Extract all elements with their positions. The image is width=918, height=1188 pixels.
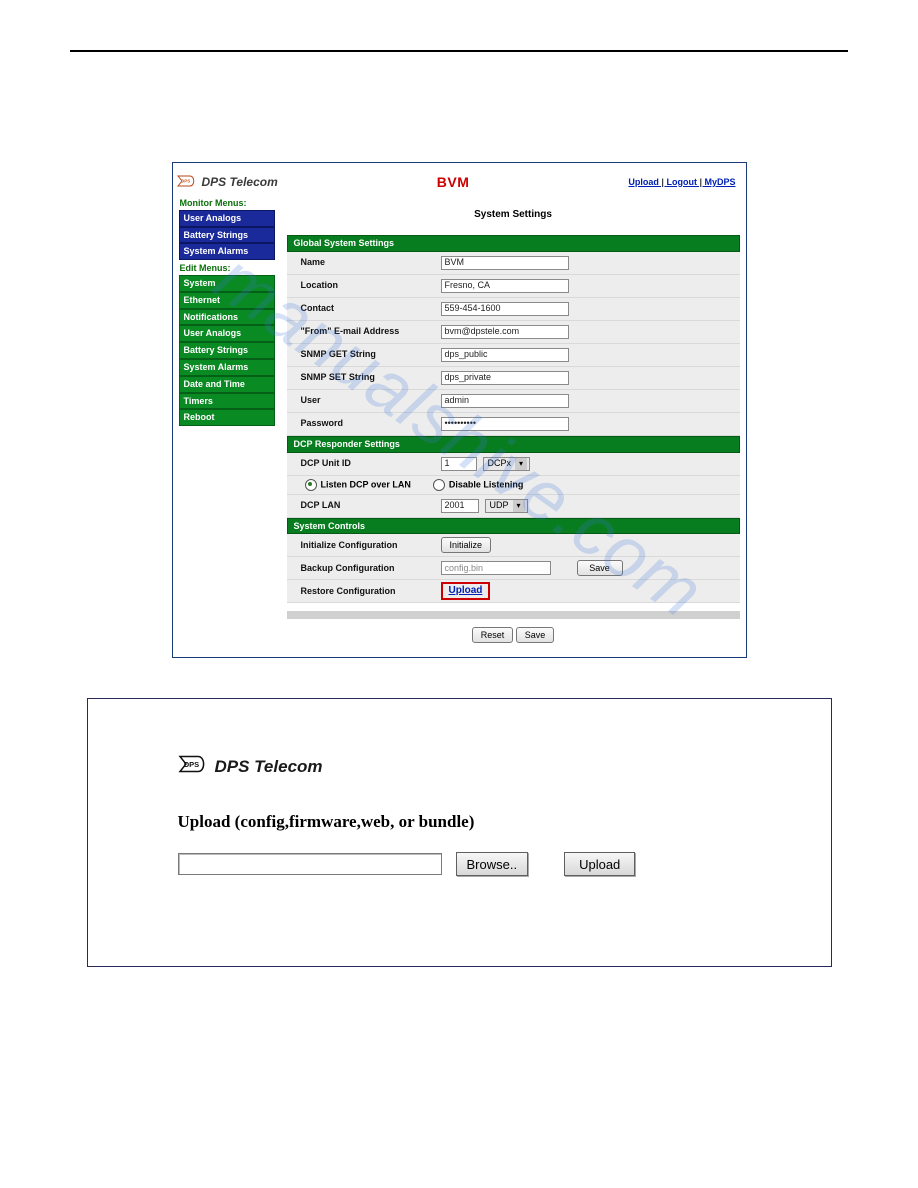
input-name[interactable]: BVM [441,256,569,270]
label-password: Password [287,418,441,429]
content-pane: System Settings Global System Settings N… [287,195,740,643]
label-location: Location [287,280,441,291]
page-title: System Settings [287,209,740,221]
input-snmp-set[interactable]: dps_private [441,371,569,385]
system-settings-screenshot: manualshive.com DPS DPS Telecom BVM Uplo… [172,162,747,658]
link-logout[interactable]: Logout [666,177,697,187]
sidebar-item-battery-strings-monitor[interactable]: Battery Strings [179,227,275,244]
upload-form-row: Browse.. Upload [178,852,741,876]
select-dcp-lan-proto[interactable]: UDP▾ [485,499,528,513]
sidebar-edit-heading: Edit Menus: [180,263,275,274]
upload-button[interactable]: Upload [564,852,635,876]
row-snmp-set: SNMP SET String dps_private [287,367,740,390]
row-dcp-unit-id: DCP Unit ID 1 DCPx▾ [287,453,740,476]
input-dcp-lan-port[interactable]: 2001 [441,499,479,513]
file-path-input[interactable] [178,853,442,875]
section-global-settings: Global System Settings [287,235,740,252]
input-location[interactable]: Fresno, CA [441,279,569,293]
sidebar-item-battery-strings-edit[interactable]: Battery Strings [179,342,275,359]
row-restore-config: Restore Configuration Upload [287,580,740,603]
bottom-button-bar: Reset Save [287,627,740,643]
label-dcp-lan: DCP LAN [287,500,441,511]
radio-disable-listening[interactable]: Disable Listening [433,479,524,491]
input-backup-filename[interactable]: config.bin [441,561,551,575]
input-contact[interactable]: 559-454-1600 [441,302,569,316]
label-snmp-get: SNMP GET String [287,349,441,360]
row-dcp-listen-mode: Listen DCP over LAN Disable Listening [287,476,740,495]
sidebar-item-ethernet[interactable]: Ethernet [179,292,275,309]
sidebar-item-notifications[interactable]: Notifications [179,309,275,326]
radio-icon [305,479,317,491]
sidebar-item-system-alarms-edit[interactable]: System Alarms [179,359,275,376]
sidebar-item-user-analogs-edit[interactable]: User Analogs [179,325,275,342]
label-contact: Contact [287,303,441,314]
section-system-controls: System Controls [287,518,740,535]
section-dcp-responder: DCP Responder Settings [287,436,740,453]
sidebar-monitor-heading: Monitor Menus: [180,198,275,209]
initialize-button[interactable]: Initialize [441,537,492,553]
chevron-down-icon: ▾ [513,500,525,512]
content-footer-bar [287,611,740,619]
backup-save-button[interactable]: Save [577,560,623,576]
input-dcp-unit-id[interactable]: 1 [441,457,477,471]
app-title: BVM [278,174,629,191]
brand-logo: DPS DPS Telecom [177,175,278,190]
row-initialize-config: Initialize Configuration Initialize [287,534,740,557]
input-snmp-get[interactable]: dps_public [441,348,569,362]
dps-gate-icon: DPS [177,175,199,190]
sidebar-item-system-alarms-monitor[interactable]: System Alarms [179,243,275,260]
brand-logo: DPS DPS Telecom [178,755,741,778]
row-contact: Contact 559-454-1600 [287,298,740,321]
radio-listen-dcp[interactable]: Listen DCP over LAN [305,479,411,491]
header-links: Upload | Logout | MyDPS [628,177,735,188]
svg-text:DPS: DPS [183,760,198,769]
upload-dialog-screenshot: DPS DPS Telecom Upload (config,firmware,… [87,698,832,967]
svg-text:DPS: DPS [181,178,190,183]
label-snmp-set: SNMP SET String [287,372,441,383]
select-dcp-protocol[interactable]: DCPx▾ [483,457,531,471]
input-user[interactable]: admin [441,394,569,408]
label-user: User [287,395,441,406]
label-dcp-unit-id: DCP Unit ID [287,458,441,469]
row-user: User admin [287,390,740,413]
label-backup-config: Backup Configuration [287,563,441,574]
link-mydps[interactable]: MyDPS [704,177,735,187]
sidebar-item-user-analogs-monitor[interactable]: User Analogs [179,210,275,227]
row-from-email: "From" E-mail Address bvm@dpstele.com [287,321,740,344]
sidebar-item-reboot[interactable]: Reboot [179,409,275,426]
sidebar-item-system[interactable]: System [179,275,275,292]
brand-name: DPS Telecom [202,175,278,189]
sidebar-item-timers[interactable]: Timers [179,393,275,410]
input-from-email[interactable]: bvm@dpstele.com [441,325,569,339]
radio-icon [433,479,445,491]
row-name: Name BVM [287,252,740,275]
restore-upload-link[interactable]: Upload [449,585,483,596]
sidebar: Monitor Menus: User Analogs Battery Stri… [179,195,275,643]
save-button[interactable]: Save [516,627,555,643]
label-initialize-config: Initialize Configuration [287,540,441,551]
reset-button[interactable]: Reset [472,627,514,643]
row-snmp-get: SNMP GET String dps_public [287,344,740,367]
label-name: Name [287,257,441,268]
dps-gate-icon: DPS [178,755,212,778]
chevron-down-icon: ▾ [515,458,527,470]
brand-name: DPS Telecom [215,757,323,777]
row-backup-config: Backup Configuration config.bin Save [287,557,740,580]
row-password: Password •••••••••• [287,413,740,436]
row-dcp-lan: DCP LAN 2001 UDP▾ [287,495,740,518]
upload-highlight-box: Upload [441,582,491,600]
page-rule [70,50,848,52]
sidebar-item-date-and-time[interactable]: Date and Time [179,376,275,393]
label-from-email: "From" E-mail Address [287,326,441,337]
row-location: Location Fresno, CA [287,275,740,298]
link-upload[interactable]: Upload [628,177,659,187]
input-password[interactable]: •••••••••• [441,417,569,431]
app-header: DPS DPS Telecom BVM Upload | Logout | My… [173,163,746,195]
upload-title: Upload (config,firmware,web, or bundle) [178,812,741,832]
label-restore-config: Restore Configuration [287,586,441,597]
browse-button[interactable]: Browse.. [456,852,529,876]
